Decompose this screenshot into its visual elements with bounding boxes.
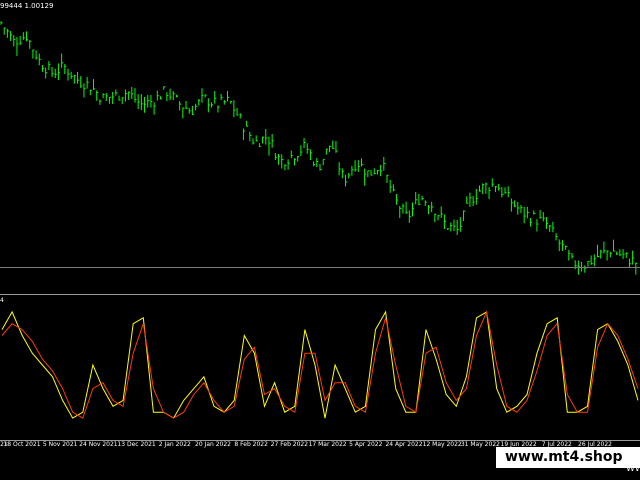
date-label: 8 Feb 2022	[234, 441, 268, 448]
stochastic-chart[interactable]	[0, 298, 640, 440]
price-chart[interactable]	[0, 0, 640, 292]
date-label: 31 May 2022	[460, 441, 500, 448]
date-label: 2 Jan 2022	[158, 441, 191, 448]
date-label: 5 Apr 2022	[349, 441, 383, 448]
date-label: 27 Feb 2022	[270, 441, 309, 448]
date-label: 24 Nov 2021	[79, 441, 118, 448]
price-level-line	[0, 267, 640, 268]
date-label: 17 Mar 2022	[308, 441, 347, 448]
chart-window: 99444 1.00129 4 21 18 Oct 2021 5 Nov 2021 2…	[0, 0, 640, 480]
date-label: 18 Oct 2021	[3, 441, 41, 448]
watermark-tail: WW	[626, 464, 640, 474]
date-label: 12 May 2022	[422, 441, 462, 448]
stoch-main-line	[1, 310, 639, 419]
subwindow-divider[interactable]	[0, 294, 640, 295]
date-label: 13 Dec 2021	[117, 441, 156, 448]
date-label: 20 Jan 2022	[195, 441, 231, 448]
date-label: 24 Apr 2022	[385, 441, 423, 448]
stoch-signal-line	[1, 310, 639, 419]
watermark-text: www.mt4.shop	[505, 449, 623, 465]
date-label: 5 Nov 2021	[42, 441, 78, 448]
